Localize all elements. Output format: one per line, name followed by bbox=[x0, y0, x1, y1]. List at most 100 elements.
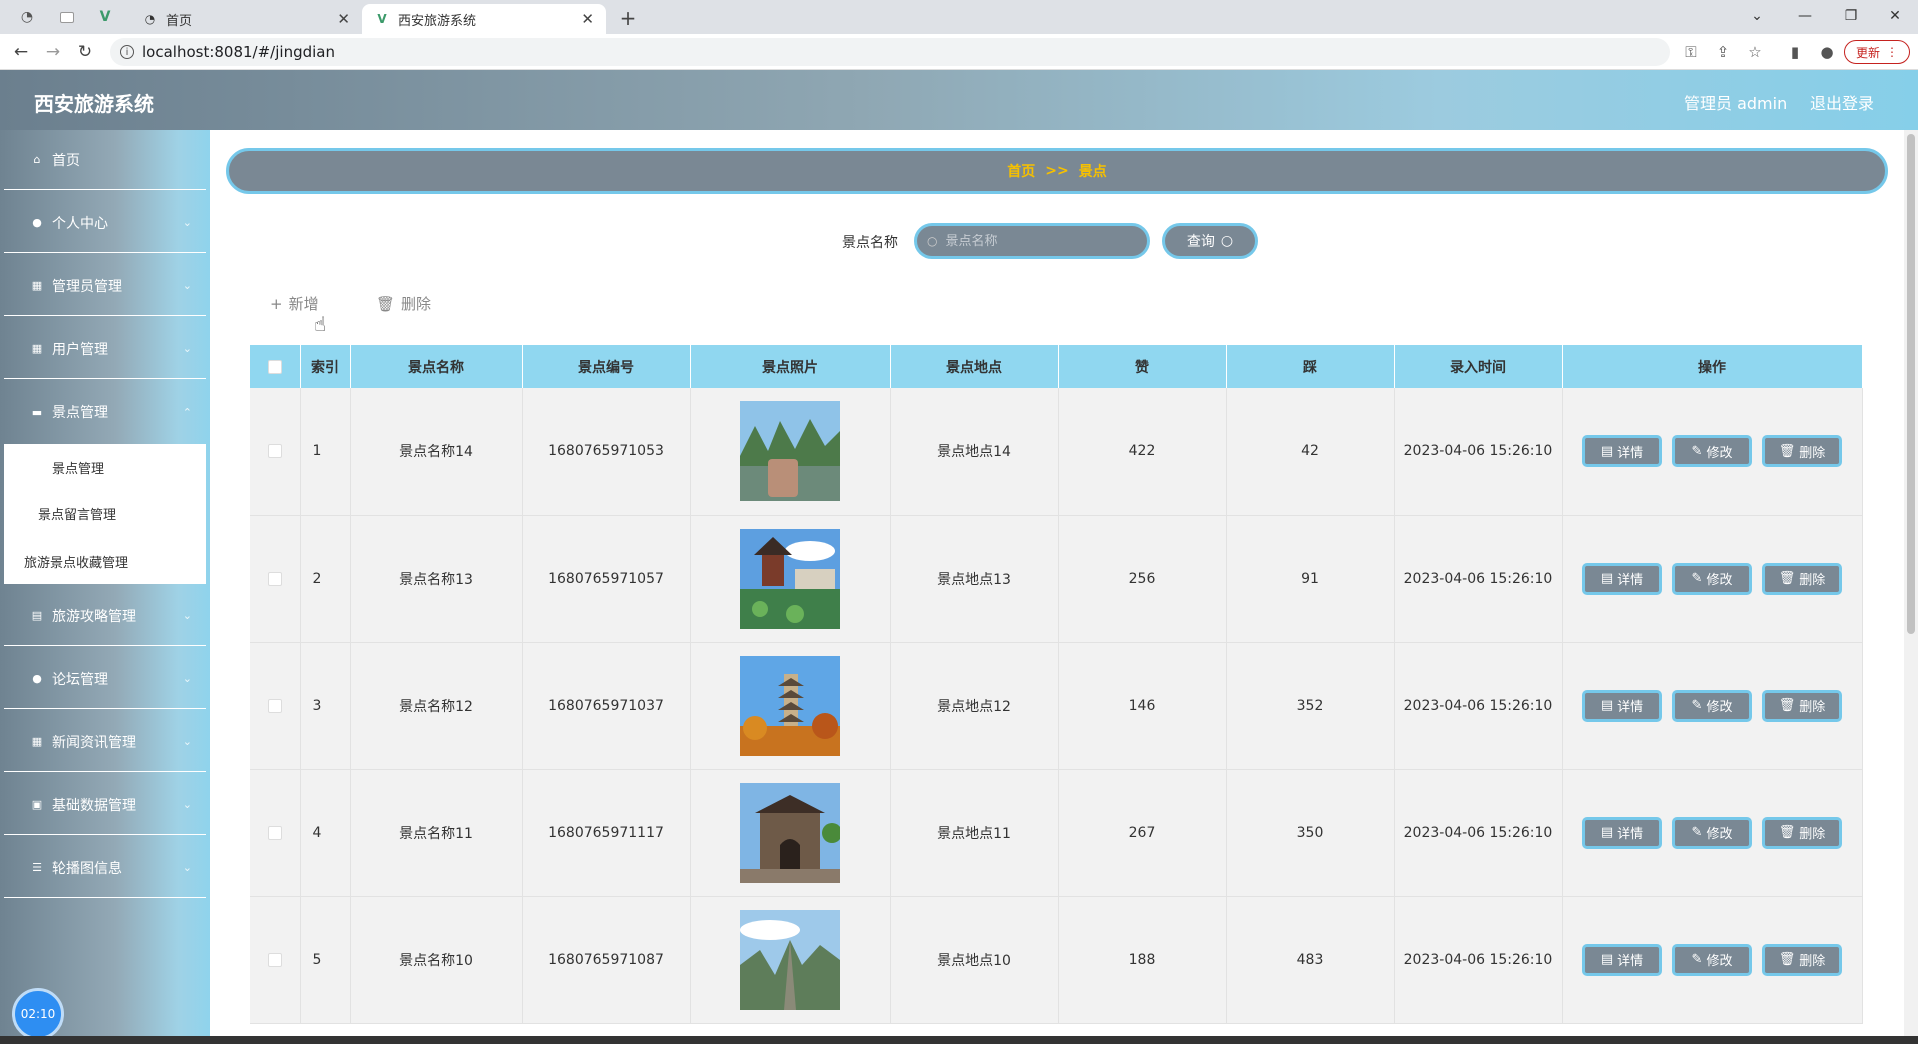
edit-button[interactable]: ✎ 修改 bbox=[1672, 435, 1752, 468]
detail-button[interactable]: ▤ 详情 bbox=[1582, 435, 1662, 468]
tab-search-icon[interactable]: ◔ bbox=[14, 5, 40, 29]
chat-icon: ▬ bbox=[31, 405, 43, 419]
delete-label: 删除 bbox=[1799, 700, 1826, 715]
detail-button[interactable]: ▤ 详情 bbox=[1582, 562, 1662, 595]
search-icon: ○ bbox=[1220, 233, 1234, 249]
side-panel-icon[interactable]: ▮ bbox=[1782, 39, 1808, 65]
cell-name: 景点名称12 bbox=[350, 642, 523, 770]
detail-button[interactable]: ▤ 详情 bbox=[1582, 943, 1662, 976]
attraction-photo[interactable] bbox=[740, 782, 842, 883]
attraction-photo[interactable] bbox=[740, 401, 840, 502]
forward-arrow-icon[interactable]: → bbox=[40, 39, 66, 65]
sidebar-item-admins[interactable]: ▦ 管理员管理 ⌄ bbox=[4, 256, 206, 316]
pencil-icon: ✎ bbox=[1691, 443, 1703, 459]
star-icon[interactable]: ☆ bbox=[1742, 39, 1768, 65]
cell-photo bbox=[690, 769, 891, 897]
chevron-down-icon: ⌄ bbox=[182, 342, 192, 355]
sidebar-item-guides[interactable]: ▤ 旅游攻略管理 ⌄ bbox=[4, 586, 206, 646]
edit-button[interactable]: ✎ 修改 bbox=[1672, 943, 1752, 976]
row-actions: ▤ 详情 ✎ 修改 🗑︎ 删除 bbox=[1563, 562, 1862, 595]
submenu-item-attraction-comments[interactable]: 景点留言管理 bbox=[4, 504, 206, 523]
sidebar-item-forum[interactable]: ● 论坛管理 ⌄ bbox=[4, 649, 206, 709]
column-header: 景点名称 bbox=[350, 345, 523, 388]
profile-icon[interactable]: ● bbox=[1814, 39, 1840, 65]
sidebar-item-personal[interactable]: ● 个人中心 ⌄ bbox=[4, 193, 206, 253]
trash-icon: 🗑︎ bbox=[1778, 571, 1796, 586]
browser-tabstrip: ◔ V ◔ 首页 ✕ V 西安旅游系统 ✕ + ⌄ — ❐ ✕ bbox=[0, 0, 1918, 34]
row-actions: ▤ 详情 ✎ 修改 🗑︎ 删除 bbox=[1563, 943, 1862, 976]
attraction-photo[interactable] bbox=[740, 528, 840, 629]
edit-button[interactable]: ✎ 修改 bbox=[1672, 562, 1752, 595]
query-button[interactable]: 查询 ○ bbox=[1162, 223, 1258, 259]
browser-tab-active[interactable]: V 西安旅游系统 ✕ bbox=[362, 4, 606, 34]
pinned-tab-blank[interactable] bbox=[54, 5, 80, 29]
cell-operations: ▤ 详情 ✎ 修改 🗑︎ 删除 bbox=[1562, 642, 1863, 770]
row-checkbox[interactable] bbox=[267, 571, 282, 586]
address-bar[interactable]: i localhost:8081/#/jingdian bbox=[110, 38, 1670, 66]
sidebar-item-base-data[interactable]: ▣ 基础数据管理 ⌄ bbox=[4, 775, 206, 835]
row-checkbox[interactable] bbox=[267, 698, 282, 713]
key-icon[interactable]: ⚿ bbox=[1678, 39, 1704, 65]
sidebar-item-news[interactable]: ▦ 新闻资讯管理 ⌄ bbox=[4, 712, 206, 772]
edit-button[interactable]: ✎ 修改 bbox=[1672, 689, 1752, 722]
close-icon[interactable]: ✕ bbox=[337, 10, 350, 28]
sidebar-item-users[interactable]: ▦ 用户管理 ⌄ bbox=[4, 319, 206, 379]
minimize-button[interactable]: — bbox=[1782, 2, 1828, 30]
window-close-button[interactable]: ✕ bbox=[1872, 2, 1918, 30]
delete-button[interactable]: 🗑︎ 删除 bbox=[1762, 689, 1842, 722]
cell-location: 景点地点13 bbox=[890, 515, 1059, 643]
edit-button[interactable]: ✎ 修改 bbox=[1672, 816, 1752, 849]
column-header: 索引 bbox=[300, 345, 351, 388]
add-button[interactable]: + 新增 bbox=[270, 293, 319, 314]
detail-label: 详情 bbox=[1617, 445, 1644, 461]
cell-name: 景点名称14 bbox=[350, 388, 523, 516]
select-all-cell[interactable] bbox=[250, 345, 301, 388]
cell-time: 2023-04-06 15:26:10 bbox=[1394, 388, 1563, 516]
delete-button[interactable]: 🗑︎ 删除 bbox=[1762, 562, 1842, 595]
search-input[interactable] bbox=[945, 233, 1126, 249]
delete-button[interactable]: 🗑︎ 删除 bbox=[1762, 435, 1842, 468]
submenu-item-attraction-manage[interactable]: 景点管理 bbox=[4, 458, 206, 477]
tab-list-chevron-icon[interactable]: ⌄ bbox=[1734, 2, 1780, 30]
plus-icon: + bbox=[270, 294, 283, 313]
table-row: 1 景点名称14 1680765971053 景点地点14 422 42 2023-04-0… bbox=[250, 388, 1863, 516]
row-checkbox[interactable] bbox=[267, 825, 282, 840]
delete-button[interactable]: 🗑︎ 删除 bbox=[1762, 816, 1842, 849]
search-icon: ○ bbox=[927, 234, 938, 248]
sidebar-item-home[interactable]: ⌂ 首页 bbox=[4, 130, 206, 190]
hand-cursor-icon: ☝ bbox=[314, 312, 327, 336]
logout-link[interactable]: 退出登录 bbox=[1810, 90, 1874, 114]
attraction-photo[interactable] bbox=[740, 909, 840, 1010]
cell-dislikes: 352 bbox=[1226, 642, 1395, 770]
new-tab-button[interactable]: + bbox=[614, 4, 642, 32]
table-row: 2 景点名称13 1680765971057 景点地点13 256 91 2023-04-0… bbox=[250, 515, 1863, 643]
sidebar-item-attractions[interactable]: ▬ 景点管理 ⌃ bbox=[4, 382, 206, 442]
close-icon[interactable]: ✕ bbox=[581, 10, 594, 28]
restore-button[interactable]: ❐ bbox=[1828, 2, 1874, 30]
cell-dislikes: 42 bbox=[1226, 388, 1395, 516]
scrollbar-thumb[interactable] bbox=[1907, 134, 1915, 634]
clock-badge[interactable]: 02:10 bbox=[12, 988, 64, 1040]
cell-time: 2023-04-06 15:26:10 bbox=[1394, 642, 1563, 770]
detail-button[interactable]: ▤ 详情 bbox=[1582, 816, 1662, 849]
browser-tab[interactable]: ◔ 首页 ✕ bbox=[130, 4, 362, 34]
reload-icon[interactable]: ↻ bbox=[72, 39, 98, 65]
delete-button[interactable]: 🗑︎ 删除 bbox=[1762, 943, 1842, 976]
site-info-icon[interactable]: i bbox=[120, 45, 134, 59]
row-checkbox[interactable] bbox=[267, 952, 282, 967]
sidebar-item-carousel[interactable]: ☰ 轮播图信息 ⌄ bbox=[4, 838, 206, 898]
globe-icon: ◔ bbox=[144, 12, 156, 26]
back-arrow-icon[interactable]: ← bbox=[8, 39, 34, 65]
select-all-checkbox[interactable] bbox=[267, 359, 282, 374]
row-checkbox[interactable] bbox=[267, 444, 282, 459]
pinned-tab-vue-icon[interactable]: V bbox=[92, 5, 118, 29]
row-select-cell bbox=[250, 515, 301, 643]
share-icon[interactable]: ⇪ bbox=[1710, 39, 1736, 65]
submenu-item-attraction-favorites[interactable]: 旅游景点收藏管理 bbox=[4, 552, 206, 571]
update-button[interactable]: 更新 ⋮ bbox=[1844, 40, 1910, 64]
attraction-photo[interactable] bbox=[740, 655, 840, 756]
pencil-icon: ✎ bbox=[1691, 571, 1703, 586]
detail-button[interactable]: ▤ 详情 bbox=[1582, 689, 1662, 722]
breadcrumb-home[interactable]: 首页 bbox=[1007, 161, 1035, 181]
batch-delete-button[interactable]: 🗑︎ 删除 bbox=[376, 293, 431, 314]
